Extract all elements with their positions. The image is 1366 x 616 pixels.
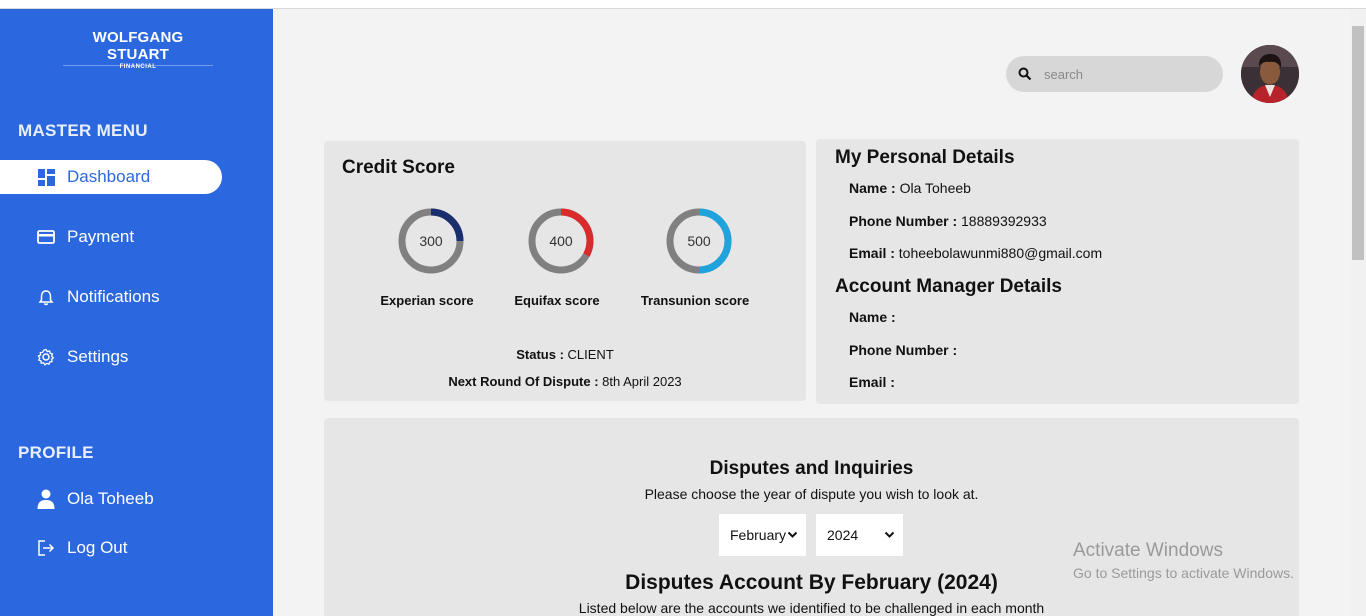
- sidebar-item-dashboard[interactable]: Dashboard: [0, 160, 222, 194]
- manager-details-title: Account Manager Details: [835, 276, 1062, 297]
- disputes-card: Disputes and Inquiries Please choose the…: [324, 418, 1299, 616]
- personal-details-title: My Personal Details: [835, 147, 1015, 168]
- credit-score-title: Credit Score: [342, 157, 455, 178]
- personal-email-value: toheebolawunmi880@gmail.com: [898, 245, 1103, 261]
- month-select[interactable]: February: [719, 514, 806, 556]
- personal-email-row: Email : toheebolawunmi880@gmail.com: [849, 245, 1102, 261]
- disputes-subtitle: Please choose the year of dispute you wi…: [644, 486, 979, 502]
- sidebar-item-payment[interactable]: Payment: [0, 220, 222, 254]
- manager-name-row: Name :: [849, 309, 896, 325]
- year-select-value: 2024: [827, 527, 859, 543]
- sidebar-item-settings[interactable]: Settings: [0, 340, 222, 374]
- activate-windows-title: Activate Windows: [1073, 540, 1223, 561]
- next-dispute-key: Next Round Of Dispute :: [448, 374, 599, 389]
- logout-label: Log Out: [67, 538, 128, 557]
- personal-phone-row: Phone Number : 18889392933: [849, 213, 1047, 229]
- sidebar-item-notifications[interactable]: Notifications: [0, 280, 222, 314]
- sidebar-item-logout[interactable]: Log Out: [0, 531, 222, 565]
- status-row: Status : CLIENT: [324, 347, 806, 362]
- window-top-border: [0, 0, 1366, 9]
- experian-score-label: Experian score: [380, 293, 474, 308]
- chevron-down-icon: [787, 531, 798, 538]
- personal-name-value: Ola Toheeb: [899, 180, 971, 196]
- user-icon: [36, 489, 56, 509]
- disputes-account-subtitle: Listed below are the accounts we identif…: [578, 600, 1045, 616]
- bell-icon: [36, 287, 56, 307]
- brand-logo[interactable]: WOLFGANG STUART FINANCIAL: [63, 29, 213, 70]
- equifax-gauge: 400: [526, 206, 596, 276]
- profile-heading: PROFILE: [18, 443, 94, 462]
- sidebar-item-label: Notifications: [67, 287, 160, 306]
- month-select-value: February: [730, 527, 786, 543]
- master-menu-heading: MASTER MENU: [18, 121, 148, 140]
- profile-name: Ola Toheeb: [67, 489, 154, 508]
- experian-gauge: 300: [396, 206, 466, 276]
- status-value: CLIENT: [567, 347, 614, 362]
- manager-email-row: Email :: [849, 374, 895, 390]
- personal-name-key: Name :: [849, 180, 896, 196]
- gear-icon: [36, 347, 56, 367]
- search-icon: [1018, 67, 1032, 81]
- logout-icon: [36, 538, 56, 558]
- dashboard-icon: [36, 167, 56, 187]
- chevron-down-icon: [884, 531, 895, 538]
- status-key: Status :: [516, 347, 564, 362]
- activate-windows-subtitle: Go to Settings to activate Windows.: [1073, 565, 1294, 581]
- personal-phone-value: 18889392933: [961, 213, 1047, 229]
- equifax-score-label: Equifax score: [514, 293, 600, 308]
- personal-name-row: Name : Ola Toheeb: [849, 180, 971, 196]
- sidebar-item-label: Settings: [67, 347, 129, 366]
- transunion-score-label: Transunion score: [640, 293, 750, 308]
- manager-phone-row: Phone Number :: [849, 342, 957, 358]
- brand-name: WOLFGANG STUART: [92, 29, 184, 63]
- next-dispute-value: 8th April 2023: [602, 374, 682, 389]
- sidebar: WOLFGANG STUART FINANCIAL MASTER MENU Da…: [0, 9, 273, 616]
- scrollbar-thumb[interactable]: [1352, 26, 1364, 260]
- personal-email-key: Email :: [849, 245, 895, 261]
- equifax-score-value: 400: [549, 233, 573, 249]
- avatar[interactable]: [1241, 45, 1299, 103]
- year-select[interactable]: 2024: [816, 514, 903, 556]
- personal-phone-key: Phone Number :: [849, 213, 958, 229]
- search-input[interactable]: [1042, 65, 1206, 83]
- personal-details-card: My Personal Details Name : Ola Toheeb Ph…: [816, 139, 1299, 404]
- sidebar-item-label: Dashboard: [67, 167, 151, 186]
- credit-card-icon: [36, 227, 56, 247]
- sidebar-item-label: Payment: [67, 227, 135, 246]
- logo-divider: [63, 65, 213, 66]
- manager-email-key: Email :: [849, 374, 895, 390]
- sidebar-item-profile[interactable]: Ola Toheeb: [0, 482, 222, 516]
- next-dispute-row: Next Round Of Dispute : 8th April 2023: [324, 374, 806, 389]
- disputes-title: Disputes and Inquiries: [709, 458, 914, 479]
- manager-name-key: Name :: [849, 309, 896, 325]
- transunion-gauge: 500: [664, 206, 734, 276]
- experian-score-value: 300: [419, 233, 443, 249]
- search-bar[interactable]: [1006, 56, 1223, 92]
- transunion-score-value: 500: [687, 233, 711, 249]
- credit-score-card: Credit Score 300 Experian score 400 Equi…: [324, 141, 806, 401]
- manager-phone-key: Phone Number :: [849, 342, 958, 358]
